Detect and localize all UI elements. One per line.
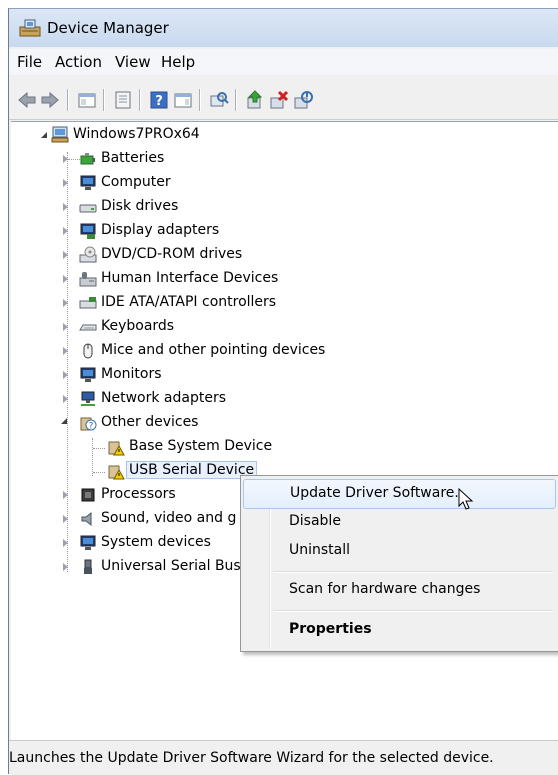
ide-controller-icon bbox=[79, 297, 97, 309]
toolbar-separator bbox=[139, 89, 141, 111]
mouse-icon bbox=[83, 343, 93, 359]
menu-file[interactable]: File bbox=[17, 53, 42, 71]
hid-icon bbox=[79, 272, 97, 287]
forward-icon[interactable] bbox=[40, 90, 60, 110]
svg-text:?: ? bbox=[89, 422, 94, 432]
toolbar-separator bbox=[199, 89, 201, 111]
toolbar-separator bbox=[235, 89, 237, 111]
computer-icon bbox=[80, 175, 96, 190]
scan-hardware-icon[interactable] bbox=[209, 90, 229, 110]
selected-device-label: USB Serial Device bbox=[126, 461, 258, 479]
context-menu-separator bbox=[273, 610, 553, 612]
sound-icon bbox=[81, 511, 92, 527]
root-collapse-toggle[interactable] bbox=[41, 132, 47, 138]
unknown-device-icon: ? bbox=[80, 417, 97, 432]
context-menu-separator bbox=[273, 571, 553, 573]
computer-root-icon bbox=[51, 126, 69, 143]
warning-device-icon bbox=[108, 465, 125, 480]
other-devices-collapse-toggle[interactable] bbox=[61, 418, 67, 424]
tree-root-label[interactable]: Windows7PROx64 bbox=[73, 126, 200, 142]
back-icon[interactable] bbox=[17, 90, 37, 110]
tree-connector bbox=[67, 152, 68, 572]
uninstall-icon[interactable] bbox=[269, 90, 289, 110]
network-adapter-icon bbox=[81, 391, 95, 406]
enable-icon[interactable] bbox=[293, 90, 313, 110]
menu-scan-for-hardware-changes[interactable]: Scan for hardware changes bbox=[243, 576, 554, 604]
keyboard-icon bbox=[79, 324, 97, 331]
menu-update-driver-software[interactable]: Update Driver Software... bbox=[243, 479, 556, 509]
status-bar: Launches the Update Driver Software Wiza… bbox=[9, 740, 558, 775]
monitor-icon bbox=[80, 367, 96, 382]
disk-drive-icon bbox=[79, 204, 97, 213]
toolbar: ? bbox=[9, 79, 558, 120]
toolbar-separator bbox=[67, 89, 69, 111]
processor-icon bbox=[81, 488, 95, 502]
menu-disable[interactable]: Disable bbox=[243, 508, 554, 536]
show-hide-console-tree-icon[interactable] bbox=[77, 90, 97, 110]
display-adapter-icon bbox=[80, 223, 96, 239]
menu-action[interactable]: Action bbox=[55, 53, 102, 71]
menu-uninstall[interactable]: Uninstall bbox=[243, 537, 554, 565]
device-manager-icon bbox=[19, 19, 41, 37]
title-bar[interactable]: Device Manager bbox=[9, 9, 558, 47]
menu-help[interactable]: Help bbox=[161, 53, 195, 71]
device-manager-window: Device Manager File Action View Help ? W… bbox=[8, 8, 558, 775]
usb-icon bbox=[84, 559, 92, 574]
menu-bar: File Action View Help bbox=[9, 49, 558, 75]
toolbar-separator bbox=[103, 89, 105, 111]
menu-view[interactable]: View bbox=[115, 53, 151, 71]
system-devices-icon bbox=[80, 535, 96, 550]
window-title: Device Manager bbox=[47, 19, 169, 37]
svg-text:?: ? bbox=[155, 94, 163, 109]
warning-device-icon bbox=[108, 441, 125, 456]
status-text: Launches the Update Driver Software Wiza… bbox=[9, 750, 494, 766]
menu-properties[interactable]: Properties bbox=[243, 616, 554, 644]
mouse-cursor-icon bbox=[458, 488, 474, 510]
update-driver-icon[interactable] bbox=[245, 90, 265, 110]
action-pane-icon[interactable] bbox=[173, 90, 193, 110]
help-icon[interactable]: ? bbox=[149, 90, 169, 110]
properties-icon[interactable] bbox=[113, 90, 133, 110]
battery-icon bbox=[80, 153, 95, 165]
dvd-drive-icon bbox=[79, 246, 97, 263]
context-menu: Update Driver Software... Disable Uninst… bbox=[240, 475, 558, 652]
tree-connector bbox=[92, 438, 93, 476]
